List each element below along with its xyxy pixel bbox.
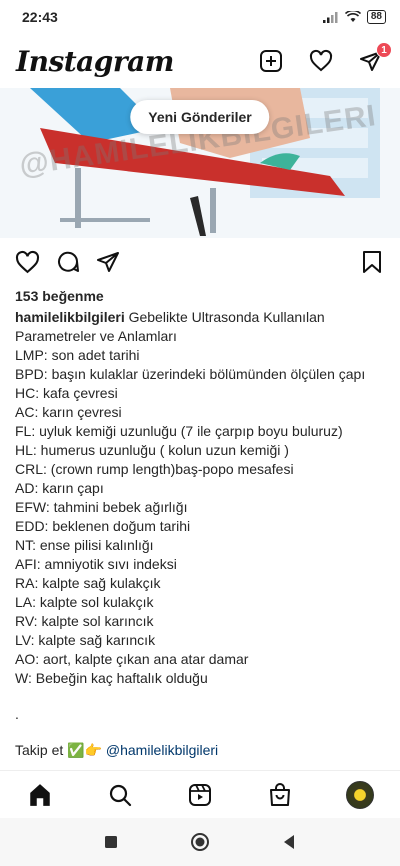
direct-messages-button[interactable]: 1	[358, 42, 392, 74]
caption-text: Gebelikte Ultrasonda Kullanılan	[124, 309, 325, 325]
nav-shop[interactable]	[265, 780, 295, 810]
share-icon	[97, 252, 119, 272]
caption-line: HL: humerus uzunluğu ( kolun uzun kemiği…	[15, 442, 289, 458]
new-posts-button[interactable]: Yeni Gönderiler	[130, 100, 270, 134]
follow-line: Takip et ✅👉 @hamilelikbilgileri	[15, 742, 218, 759]
home-icon	[30, 783, 50, 806]
caption-line: RV: kalpte sol karıncık	[15, 613, 154, 629]
nav-search[interactable]	[105, 780, 135, 810]
caption-line: AFI: amniyotik sıvı indeksi	[15, 556, 177, 572]
recents-icon[interactable]	[104, 835, 118, 849]
status-time: 22:43	[22, 9, 58, 25]
caption-line: LA: kalpte sol kulakçık	[15, 594, 154, 610]
nav-home[interactable]	[25, 780, 55, 810]
app-header: Instagram 1	[0, 38, 400, 84]
caption-line: BPD: başın kulaklar üzerindeki bölümünde…	[15, 366, 366, 382]
new-post-icon	[260, 50, 282, 72]
comment-button[interactable]	[54, 248, 82, 276]
back-icon[interactable]	[282, 834, 296, 850]
caption-line: FL: uyluk kemiği uzunluğu (7 ile çarpıp …	[15, 423, 343, 439]
like-button[interactable]	[13, 248, 41, 276]
bookmark-icon	[363, 251, 381, 273]
system-nav-bar	[0, 818, 400, 866]
caption-line: CRL: (crown rump length)baş-popo mesafes…	[15, 461, 294, 477]
caption-line: AD: karın çapı	[15, 480, 104, 496]
caption-line: EDD: beklenen doğum tarihi	[15, 518, 191, 534]
activity-button[interactable]	[308, 48, 334, 74]
status-icons: 88	[322, 10, 386, 24]
heart-icon	[309, 49, 333, 72]
share-button[interactable]	[94, 248, 122, 276]
caption-line: HC: kafa çevresi	[15, 385, 118, 401]
messages-badge: 1	[376, 42, 392, 58]
wifi-icon	[344, 11, 361, 22]
status-bar: 22:43 88	[0, 0, 400, 34]
caption-line: AO: aort, kalpte çıkan ana atar damar	[15, 651, 249, 667]
signal-icon	[322, 12, 338, 23]
mention-link[interactable]: @hamilelikbilgileri	[106, 742, 218, 758]
caption-line: NT: ense pilisi kalınlığı	[15, 537, 154, 553]
nav-profile[interactable]	[345, 780, 375, 810]
like-icon	[15, 250, 39, 273]
nav-reels[interactable]	[185, 780, 215, 810]
instagram-logo[interactable]: Instagram	[16, 45, 174, 78]
likes-count[interactable]: 153 beğenme	[15, 288, 104, 304]
caption-username[interactable]: hamilelikbilgileri	[15, 309, 125, 325]
new-post-button[interactable]	[258, 48, 284, 74]
follow-text: Takip et ✅👉	[15, 742, 106, 758]
caption-dot: .	[15, 706, 19, 722]
comment-icon	[58, 251, 79, 272]
caption-line: RA: kalpte sağ kulakçık	[15, 575, 161, 591]
bottom-nav	[0, 770, 400, 818]
caption-line: AC: karın çevresi	[15, 404, 122, 420]
caption-line: W: Bebeğin kaç haftalık olduğu	[15, 670, 208, 686]
caption-line: Parametreler ve Anlamları	[15, 328, 177, 344]
profile-avatar	[346, 780, 374, 809]
caption-line: EFW: tahmini bebek ağırlığı	[15, 499, 188, 515]
post-actions	[0, 248, 400, 278]
battery-icon: 88	[366, 10, 386, 24]
search-icon	[109, 784, 132, 806]
caption-first-line: hamilelikbilgileri Gebelikte Ultrasonda …	[15, 308, 387, 327]
caption-line: LMP: son adet tarihi	[15, 347, 140, 363]
post-caption: hamilelikbilgileri Gebelikte Ultrasonda …	[15, 308, 387, 688]
caption-line: LV: kalpte sağ karıncık	[15, 632, 156, 648]
reels-icon	[189, 783, 211, 806]
home-button-icon[interactable]	[190, 832, 210, 852]
save-button[interactable]	[358, 248, 386, 276]
shop-icon	[270, 782, 290, 806]
